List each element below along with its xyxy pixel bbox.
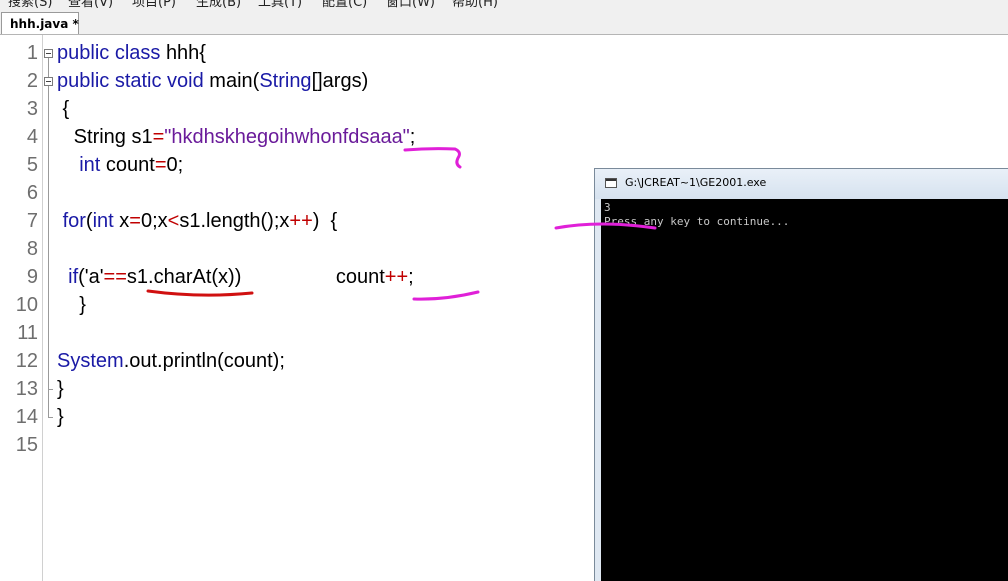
fold-guide-line bbox=[48, 86, 49, 389]
code-token: = bbox=[154, 154, 167, 176]
code-line: } bbox=[57, 291, 86, 319]
code-token: s1 bbox=[131, 126, 153, 148]
line-number: 5 bbox=[26, 154, 38, 176]
menu-bar: 搜索(S) 查看(V) 项目(P) 生成(B) 工具(T) 配置(C) 窗口(W) 帮助(H) bbox=[0, 0, 1008, 9]
code-token: hhh{ bbox=[165, 42, 206, 64]
tab-hhh-java[interactable]: hhh.java * bbox=[1, 12, 79, 34]
code-token: 0;x bbox=[140, 210, 168, 232]
code-token: s1.length();x bbox=[179, 210, 290, 232]
console-title: G:\JCREAT~1\GE2001.exe bbox=[625, 176, 767, 189]
code-token: x bbox=[119, 210, 130, 232]
line-number-gutter: 1 2 3 4 5 6 7 8 9 10 11 12 13 14 15 bbox=[0, 35, 43, 581]
menu-item[interactable]: 帮助(H) bbox=[452, 0, 498, 9]
code-token: "hkdhskhegoihwhonfdsaaa" bbox=[164, 126, 410, 148]
code-line: public class hhh{ bbox=[57, 39, 206, 67]
code-token: ; bbox=[408, 266, 414, 288]
code-token: count bbox=[105, 154, 155, 176]
code-token: ++ bbox=[384, 266, 409, 288]
line-number: 1 bbox=[26, 42, 38, 64]
fold-end-marker bbox=[48, 417, 53, 418]
console-output: 3 Press any key to continue... bbox=[601, 199, 1008, 581]
code-line: } bbox=[57, 403, 64, 431]
code-token: String bbox=[259, 70, 312, 92]
code-token: ++ bbox=[289, 210, 313, 232]
code-token: } bbox=[57, 378, 64, 400]
line-number: 11 bbox=[17, 322, 38, 344]
code-token: ) { bbox=[312, 210, 338, 232]
line-number: 10 bbox=[15, 294, 38, 316]
fold-end-marker bbox=[48, 389, 53, 390]
menu-item[interactable]: 项目(P) bbox=[132, 0, 176, 9]
code-token: public class bbox=[57, 42, 166, 64]
console-window[interactable]: G:\JCREAT~1\GE2001.exe 3 Press any key to… bbox=[594, 168, 1008, 581]
code-token: < bbox=[167, 210, 180, 232]
code-token: == bbox=[103, 266, 127, 288]
code-line: } bbox=[57, 375, 64, 403]
code-line: System.out.println(count); bbox=[57, 347, 285, 375]
code-token: ('a' bbox=[78, 266, 104, 288]
code-token: String bbox=[57, 126, 132, 148]
line-number: 3 bbox=[26, 98, 38, 120]
code-token: int bbox=[92, 210, 120, 232]
fold-guide-line bbox=[48, 389, 49, 417]
line-number: 4 bbox=[26, 126, 38, 148]
fold-toggle-icon[interactable] bbox=[44, 49, 53, 58]
code-line: if('a'==s1.charAt(x)) count++; bbox=[57, 263, 414, 291]
console-titlebar[interactable]: G:\JCREAT~1\GE2001.exe bbox=[595, 169, 1008, 199]
line-number: 13 bbox=[15, 378, 38, 400]
code-token: = bbox=[152, 126, 165, 148]
code-token: ; bbox=[409, 126, 416, 148]
code-token: for bbox=[62, 210, 86, 232]
code-token: { bbox=[57, 98, 70, 120]
code-line: for(int x=0;x<s1.length();x++) { bbox=[57, 207, 338, 235]
code-token: []args) bbox=[311, 70, 369, 92]
code-line: String s1="hkdhskhegoihwhonfdsaaa"; bbox=[57, 123, 416, 151]
code-line: public static void main(String[]args) bbox=[57, 67, 368, 95]
line-number: 2 bbox=[26, 70, 38, 92]
menu-item[interactable]: 生成(B) bbox=[196, 0, 241, 9]
line-number: 9 bbox=[26, 266, 38, 288]
code-token: = bbox=[129, 210, 141, 232]
menu-item[interactable]: 窗口(W) bbox=[386, 0, 435, 9]
line-number: 14 bbox=[15, 406, 38, 428]
line-number: 15 bbox=[15, 434, 38, 456]
code-token: 0; bbox=[166, 154, 184, 176]
code-token: s1.charAt(x)) count bbox=[126, 266, 385, 288]
console-app-icon bbox=[605, 178, 617, 188]
fold-toggle-icon[interactable] bbox=[44, 77, 53, 86]
line-number: 7 bbox=[26, 210, 38, 232]
line-number: 12 bbox=[15, 350, 38, 372]
fold-guide-line bbox=[48, 58, 49, 77]
menu-item[interactable]: 搜索(S) bbox=[8, 0, 52, 9]
code-token: main( bbox=[209, 70, 260, 92]
code-token: .out.println(count); bbox=[123, 350, 285, 372]
code-token: System bbox=[57, 350, 124, 372]
code-line: { bbox=[57, 95, 70, 123]
code-token: } bbox=[57, 406, 64, 428]
menu-item[interactable]: 配置(C) bbox=[322, 0, 367, 9]
code-token: ( bbox=[85, 210, 93, 232]
code-token: if bbox=[68, 266, 79, 288]
menu-item[interactable]: 查看(V) bbox=[68, 0, 113, 9]
console-output-line: Press any key to continue... bbox=[604, 215, 790, 228]
tab-bar: hhh.java * bbox=[0, 9, 1008, 35]
code-token: public static void bbox=[57, 70, 210, 92]
code-token: } bbox=[57, 294, 86, 316]
line-number: 8 bbox=[26, 238, 38, 260]
code-token: int bbox=[79, 154, 106, 176]
menu-item[interactable]: 工具(T) bbox=[258, 0, 302, 9]
console-output-line: 3 bbox=[604, 201, 611, 214]
ide-window: 搜索(S) 查看(V) 项目(P) 生成(B) 工具(T) 配置(C) 窗口(W) 帮助(H)… bbox=[0, 0, 1008, 581]
code-line: int count=0; bbox=[57, 151, 183, 179]
line-number: 6 bbox=[26, 182, 38, 204]
